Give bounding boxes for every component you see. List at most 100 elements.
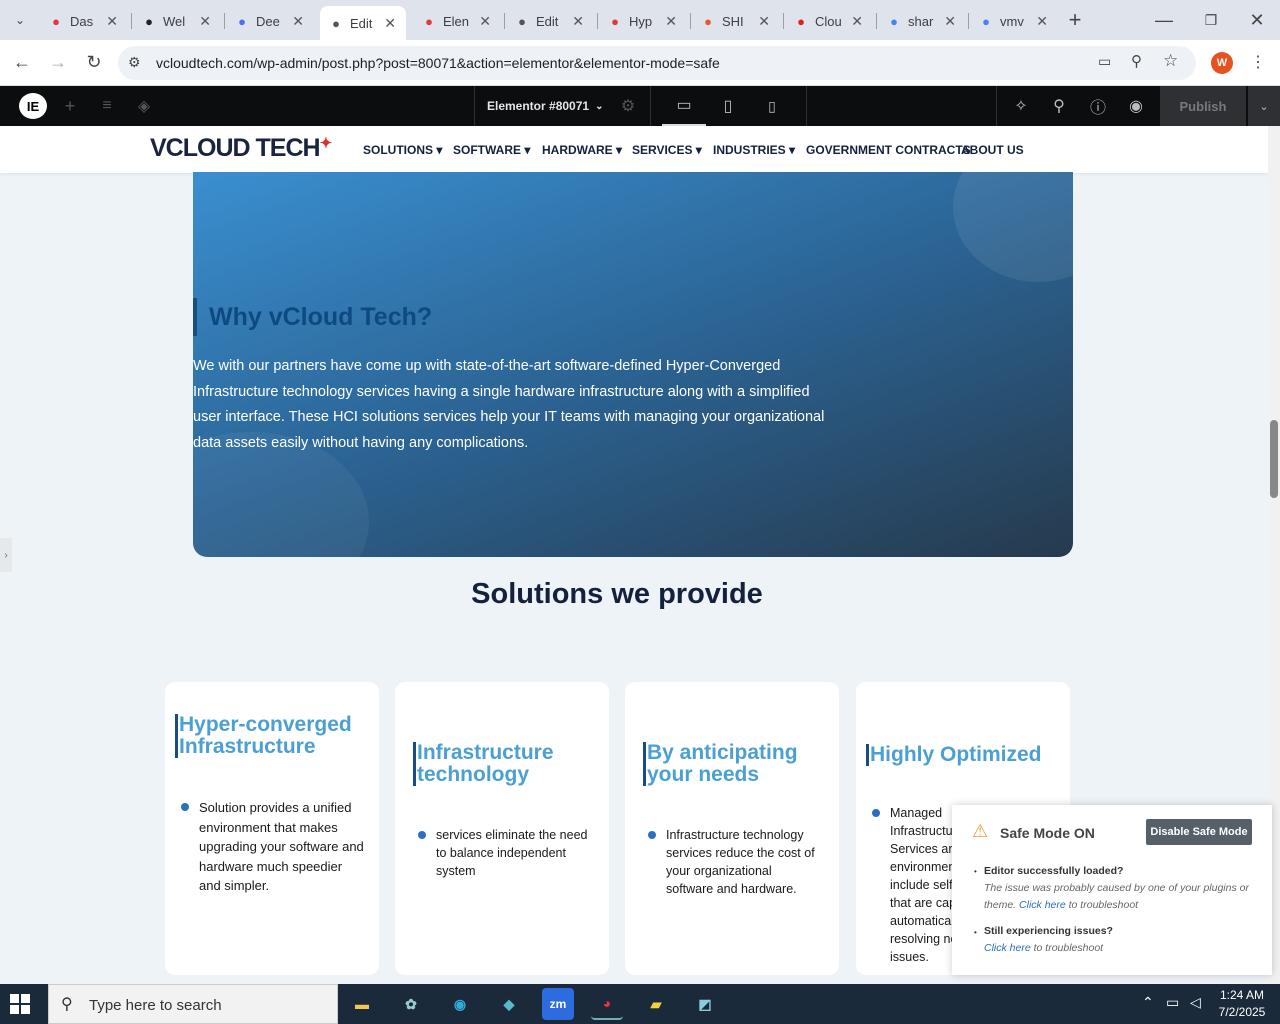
close-tab-icon[interactable]: ✕ bbox=[572, 13, 584, 30]
desktop-view-icon[interactable]: ▭ bbox=[662, 86, 706, 126]
volume-icon[interactable]: ◁ bbox=[1190, 994, 1201, 1011]
url-text[interactable]: vcloudtech.com/wp-admin/post.php?post=80… bbox=[156, 55, 720, 71]
app-icon[interactable]: ✿ bbox=[395, 988, 427, 1020]
tab-title: Das bbox=[70, 13, 94, 29]
browser-tab[interactable]: ● Dee ✕ bbox=[226, 6, 314, 36]
mobile-view-icon[interactable]: ▯ bbox=[750, 86, 794, 126]
site-info-icon[interactable]: ⚙ bbox=[128, 54, 141, 71]
app-icon[interactable]: ◆ bbox=[493, 988, 525, 1020]
wordpress-icon: ● bbox=[145, 13, 153, 29]
close-tab-icon[interactable]: ✕ bbox=[106, 13, 118, 30]
nav-menu-item[interactable]: HARDWARE ▾ bbox=[542, 143, 622, 157]
reload-icon[interactable]: ↻ bbox=[82, 50, 106, 74]
site-header: VCLOUD TECH✦ SOLUTIONS ▾ SOFTWARE ▾ HARDWA… bbox=[0, 126, 1268, 173]
disable-safe-mode-button[interactable]: Disable Safe Mode bbox=[1146, 819, 1252, 845]
add-element-icon[interactable]: + bbox=[58, 86, 82, 126]
notes-pin-icon[interactable]: ✧ bbox=[1010, 86, 1032, 126]
windows-start-icon[interactable] bbox=[10, 994, 30, 1014]
forward-icon[interactable]: → bbox=[46, 50, 70, 74]
zoom-icon[interactable]: ⚲ bbox=[1131, 52, 1142, 70]
close-tab-icon[interactable]: ✕ bbox=[292, 13, 304, 30]
browser-tab[interactable]: ● Elen ✕ bbox=[413, 6, 501, 36]
file-explorer-icon[interactable]: ▬ bbox=[346, 988, 378, 1020]
clock-date: 7/2/2025 bbox=[1218, 1005, 1266, 1019]
nav-menu-item[interactable]: SOLUTIONS ▾ bbox=[363, 143, 442, 157]
profile-avatar[interactable]: W bbox=[1211, 52, 1233, 74]
site-logo[interactable]: VCLOUD TECH✦ bbox=[150, 134, 332, 163]
search-icon: ⚲ bbox=[61, 996, 73, 1013]
panel-toggle-icon[interactable]: › bbox=[0, 538, 12, 572]
publish-options-chevron-icon[interactable]: ⌄ bbox=[1248, 86, 1280, 126]
document-title[interactable]: Elementor #80071 ⌄ bbox=[487, 86, 617, 126]
taskbar-search-box[interactable]: ⚲ Type here to search bbox=[48, 984, 338, 1024]
close-tab-icon[interactable]: ✕ bbox=[851, 13, 863, 30]
close-tab-icon[interactable]: ✕ bbox=[758, 13, 770, 30]
warning-icon: ⚠ bbox=[972, 821, 989, 841]
chevron-down-icon: ⌄ bbox=[595, 100, 604, 112]
tray-chevron-icon[interactable]: ⌃ bbox=[1142, 994, 1154, 1011]
back-icon[interactable]: ← bbox=[10, 50, 34, 74]
address-bar[interactable]: ⚙ vcloudtech.com/wp-admin/post.php?post=… bbox=[118, 46, 1196, 80]
new-tab-icon[interactable]: + bbox=[1063, 7, 1087, 32]
tablet-view-icon[interactable]: ▯ bbox=[706, 86, 750, 126]
settings-sliders-icon[interactable]: ≡ bbox=[95, 86, 119, 126]
network-icon[interactable]: ▭ bbox=[1166, 994, 1179, 1011]
document-title-text: Elementor #80071 bbox=[487, 99, 590, 113]
tab-title: Edit bbox=[350, 15, 373, 31]
browser-tab[interactable]: ● Clou ✕ bbox=[785, 6, 873, 36]
elementor-logo-icon[interactable]: IE bbox=[19, 93, 47, 119]
close-tab-icon[interactable]: ✕ bbox=[1036, 13, 1048, 30]
notice-suffix: to troubleshoot bbox=[1030, 942, 1104, 954]
nav-menu-item[interactable]: GOVERNMENT CONTRACTS bbox=[806, 143, 971, 157]
site-logo-text: VCLOUD TECH bbox=[150, 134, 321, 162]
chrome-icon[interactable]: ◕ bbox=[591, 988, 623, 1020]
nav-menu-item[interactable]: INDUSTRIES ▾ bbox=[713, 143, 795, 157]
close-tab-icon[interactable]: ✕ bbox=[199, 13, 211, 30]
google-icon: ● bbox=[982, 13, 990, 29]
browser-tab[interactable]: ● shar ✕ bbox=[878, 6, 966, 36]
browser-tab[interactable]: ● SHI ✕ bbox=[692, 6, 780, 36]
camera-off-icon[interactable]: ▭ bbox=[1098, 53, 1111, 70]
restore-icon[interactable]: ❐ bbox=[1199, 8, 1223, 32]
browser-tab[interactable]: ● Hyp ✕ bbox=[599, 6, 687, 36]
structure-layers-icon[interactable]: ◈ bbox=[132, 86, 156, 126]
search-placeholder: Type here to search bbox=[89, 997, 222, 1014]
notice-item-title: Editor successfully loaded? bbox=[984, 865, 1124, 877]
scrollbar-thumb[interactable] bbox=[1270, 420, 1278, 498]
tab-search-icon[interactable]: ⌄ bbox=[8, 8, 32, 32]
nav-menu-item[interactable]: SOFTWARE ▾ bbox=[453, 143, 530, 157]
troubleshoot-link[interactable]: Click here bbox=[1019, 899, 1066, 911]
app-icon[interactable]: ◩ bbox=[689, 988, 721, 1020]
finder-search-icon[interactable]: ⚲ bbox=[1048, 86, 1070, 126]
close-tab-icon[interactable]: ✕ bbox=[479, 13, 491, 30]
globe-icon: ● bbox=[518, 13, 526, 29]
browser-tab[interactable]: ● Edit ✕ bbox=[506, 6, 594, 36]
tab-title: Hyp bbox=[629, 13, 653, 29]
browser-tab[interactable]: ● Das ✕ bbox=[40, 6, 128, 36]
preview-eye-icon[interactable]: ◉ bbox=[1125, 86, 1147, 126]
browser-tab[interactable]: ● vmv ✕ bbox=[970, 6, 1058, 36]
troubleshoot-link[interactable]: Click here bbox=[984, 942, 1031, 954]
zoom-app-icon[interactable]: zm bbox=[542, 988, 574, 1020]
nav-menu-item[interactable]: ABOUT US bbox=[961, 143, 1024, 157]
bookmark-star-icon[interactable]: ☆ bbox=[1163, 51, 1178, 71]
browser-tab[interactable]: ● Edit ✕ bbox=[320, 6, 406, 40]
close-tab-icon[interactable]: ✕ bbox=[384, 15, 396, 32]
close-window-icon[interactable]: ✕ bbox=[1245, 8, 1269, 32]
clock[interactable]: 1:24 AM 7/2/2025 bbox=[1212, 987, 1272, 1021]
edge-icon[interactable]: ◉ bbox=[444, 988, 476, 1020]
close-tab-icon[interactable]: ✕ bbox=[665, 13, 677, 30]
minimize-icon[interactable]: — bbox=[1152, 8, 1176, 32]
sticky-notes-icon[interactable]: ▰ bbox=[640, 988, 672, 1020]
safe-mode-notice: ⚠ Safe Mode ON Disable Safe Mode Editor … bbox=[952, 805, 1272, 975]
close-tab-icon[interactable]: ✕ bbox=[944, 13, 956, 30]
nav-menu-item[interactable]: SERVICES ▾ bbox=[632, 143, 702, 157]
help-icon[interactable]: ⓘ bbox=[1087, 86, 1109, 126]
browser-tab[interactable]: ● Wel ✕ bbox=[133, 6, 221, 36]
card-title: Infrastructure technology bbox=[413, 742, 593, 786]
card-bullet: Solution provides a unified environment … bbox=[181, 798, 367, 896]
publish-button[interactable]: Publish bbox=[1160, 86, 1246, 126]
safe-mode-title: Safe Mode ON bbox=[1000, 825, 1095, 841]
page-settings-gear-icon[interactable]: ⚙ bbox=[618, 86, 638, 126]
browser-menu-icon[interactable]: ⋮ bbox=[1246, 50, 1270, 74]
